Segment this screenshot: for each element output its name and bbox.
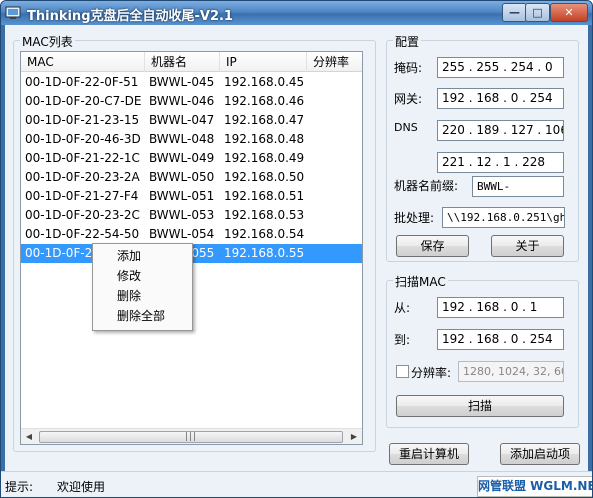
ip-cell: 192.168.0.54 (224, 227, 305, 241)
close-icon: ✕ (564, 6, 574, 19)
mac-cell: 00-1D-0F-22-54-50 (25, 227, 140, 241)
mac-list-group-title: MAC列表 (20, 33, 75, 50)
minimize-icon: — (509, 6, 520, 19)
mask-field[interactable]: 255 . 255 . 254 . 0 (437, 57, 564, 78)
ip-cell: 192.168.0.45 (224, 75, 305, 89)
menu-item-delete-all[interactable]: 删除全部 (117, 306, 165, 326)
table-row[interactable]: 00-1D-0F-21-23-15 BWWL-047 192.168.0.47 (21, 111, 362, 130)
name-cell: BWWL-048 (149, 132, 215, 146)
ip-cell: 192.168.0.51 (224, 189, 305, 203)
status-label: 提示: (5, 480, 34, 494)
table-row[interactable]: 00-1D-0F-21-22-1C BWWL-049 192.168.0.49 (21, 149, 362, 168)
batch-label: 批处理: (394, 211, 435, 225)
close-button[interactable]: ✕ (550, 3, 588, 22)
table-row[interactable]: 00-1D-0F-20-46-3D BWWL-048 192.168.0.48 (21, 130, 362, 149)
listview-header: MAC 机器名 IP 分辨率 (21, 52, 362, 72)
menu-item-edit[interactable]: 修改 (117, 266, 141, 286)
prefix-field[interactable]: BWWL- (472, 176, 564, 197)
table-row[interactable]: 00-1D-0F-22-0F-51 BWWL-045 192.168.0.45 (21, 73, 362, 92)
dns-label: DNS (394, 121, 418, 134)
column-header-name[interactable]: 机器名 (145, 52, 220, 72)
table-row[interactable]: 00-1D-0F-21-27-F4 BWWL-051 192.168.0.51 (21, 187, 362, 206)
gateway-field[interactable]: 192 . 168 . 0 . 254 (437, 88, 564, 109)
mac-cell: 00-1D-0F-21-23-15 (25, 113, 140, 127)
mac-cell: 00-1D-0F-20-23-2C (25, 208, 140, 222)
ip-cell: 192.168.0.50 (224, 170, 305, 184)
add-startup-button[interactable]: 添加启动项 (500, 443, 580, 465)
scroll-thumb[interactable]: ||| (39, 431, 343, 443)
resolution-label: 分辨率: (411, 366, 452, 380)
scan-group-title: 扫描MAC (393, 273, 448, 290)
scroll-left-icon[interactable]: ◀ (21, 429, 37, 445)
ip-cell: 192.168.0.48 (224, 132, 305, 146)
about-button[interactable]: 关于 (491, 235, 564, 257)
dns2-field[interactable]: 221 . 12 . 1 . 228 (437, 152, 564, 173)
scan-to-field[interactable]: 192 . 168 . 0 . 254 (437, 329, 564, 350)
maximize-icon: □ (532, 6, 543, 19)
resolution-checkbox[interactable] (396, 365, 409, 378)
mac-cell: 00-1D-0F-22-0F-51 (25, 75, 139, 89)
ip-cell: 192.168.0.53 (224, 208, 305, 222)
column-header-resolution[interactable]: 分辨率 (307, 52, 363, 72)
window-title: Thinking克盘后全自动收尾-V2.1 (27, 9, 233, 24)
title-bar[interactable]: Thinking克盘后全自动收尾-V2.1 — □ ✕ (1, 1, 592, 25)
name-cell: BWWL-054 (149, 227, 215, 241)
context-menu: 添加 修改 删除 删除全部 (92, 243, 193, 331)
ip-cell: 192.168.0.55 (224, 246, 305, 260)
table-row[interactable]: 00-1D-0F-22-54-50 BWWL-054 192.168.0.54 (21, 225, 362, 244)
prefix-label: 机器名前缀: (394, 179, 459, 193)
name-cell: BWWL-053 (149, 208, 215, 222)
ip-cell: 192.168.0.46 (224, 94, 305, 108)
app-window: Thinking克盘后全自动收尾-V2.1 — □ ✕ MAC列表 MAC 机器… (0, 0, 593, 498)
table-row[interactable]: 00-1D-0F-20-C7-DE BWWL-046 192.168.0.46 (21, 92, 362, 111)
name-cell: BWWL-050 (149, 170, 215, 184)
column-header-ip[interactable]: IP (220, 52, 307, 72)
mask-label: 掩码: (394, 61, 423, 75)
name-cell: BWWL-049 (149, 151, 215, 165)
batch-path-field[interactable]: \\192.168.0.251\gho (442, 207, 565, 228)
ip-cell: 192.168.0.47 (224, 113, 305, 127)
ip-cell: 192.168.0.49 (224, 151, 305, 165)
name-cell: BWWL-045 (149, 75, 215, 89)
menu-item-add[interactable]: 添加 (117, 246, 141, 266)
minimize-button[interactable]: — (502, 3, 527, 22)
status-message: 欢迎使用 (57, 480, 106, 494)
resolution-field[interactable]: 1280, 1024, 32, 60 (458, 361, 564, 382)
maximize-button[interactable]: □ (525, 3, 550, 22)
horizontal-scrollbar[interactable]: ◀ ||| ▶ (21, 428, 362, 444)
column-header-mac[interactable]: MAC (21, 52, 145, 72)
table-row[interactable]: 00-1D-0F-20-23-2C BWWL-053 192.168.0.53 (21, 206, 362, 225)
to-label: 到: (394, 333, 411, 347)
restart-computer-button[interactable]: 重启计算机 (389, 443, 469, 465)
mac-cell: 00-1D-0F-21-22-1C (25, 151, 140, 165)
gateway-label: 网关: (394, 92, 423, 106)
name-cell: BWWL-046 (149, 94, 215, 108)
name-cell: BWWL-051 (149, 189, 215, 203)
app-icon (5, 6, 21, 19)
mac-cell: 00-1D-0F-20-46-3D (25, 132, 141, 146)
scan-button[interactable]: 扫描 (396, 395, 564, 417)
from-label: 从: (394, 301, 411, 315)
scan-from-field[interactable]: 192 . 168 . 0 . 1 (437, 297, 564, 318)
scroll-right-icon[interactable]: ▶ (346, 429, 362, 445)
client-area: MAC列表 MAC 机器名 IP 分辨率 00-1D-0F-22-0F-51 BW… (5, 25, 588, 471)
mac-cell: 00-1D-0F-20-C7-DE (25, 94, 142, 108)
dns1-field[interactable]: 220 . 189 . 127 . 106 (437, 120, 564, 141)
name-cell: BWWL-047 (149, 113, 215, 127)
table-row[interactable]: 00-1D-0F-20-23-2A BWWL-050 192.168.0.50 (21, 168, 362, 187)
menu-item-delete[interactable]: 删除 (117, 286, 141, 306)
watermark: 网管联盟 WGLM.NET (477, 476, 592, 497)
mac-cell: 00-1D-0F-21-27-F4 (25, 189, 139, 203)
save-button[interactable]: 保存 (396, 235, 469, 257)
config-group-title: 配置 (393, 33, 422, 50)
mac-cell: 00-1D-0F-20-23-2A (25, 170, 140, 184)
